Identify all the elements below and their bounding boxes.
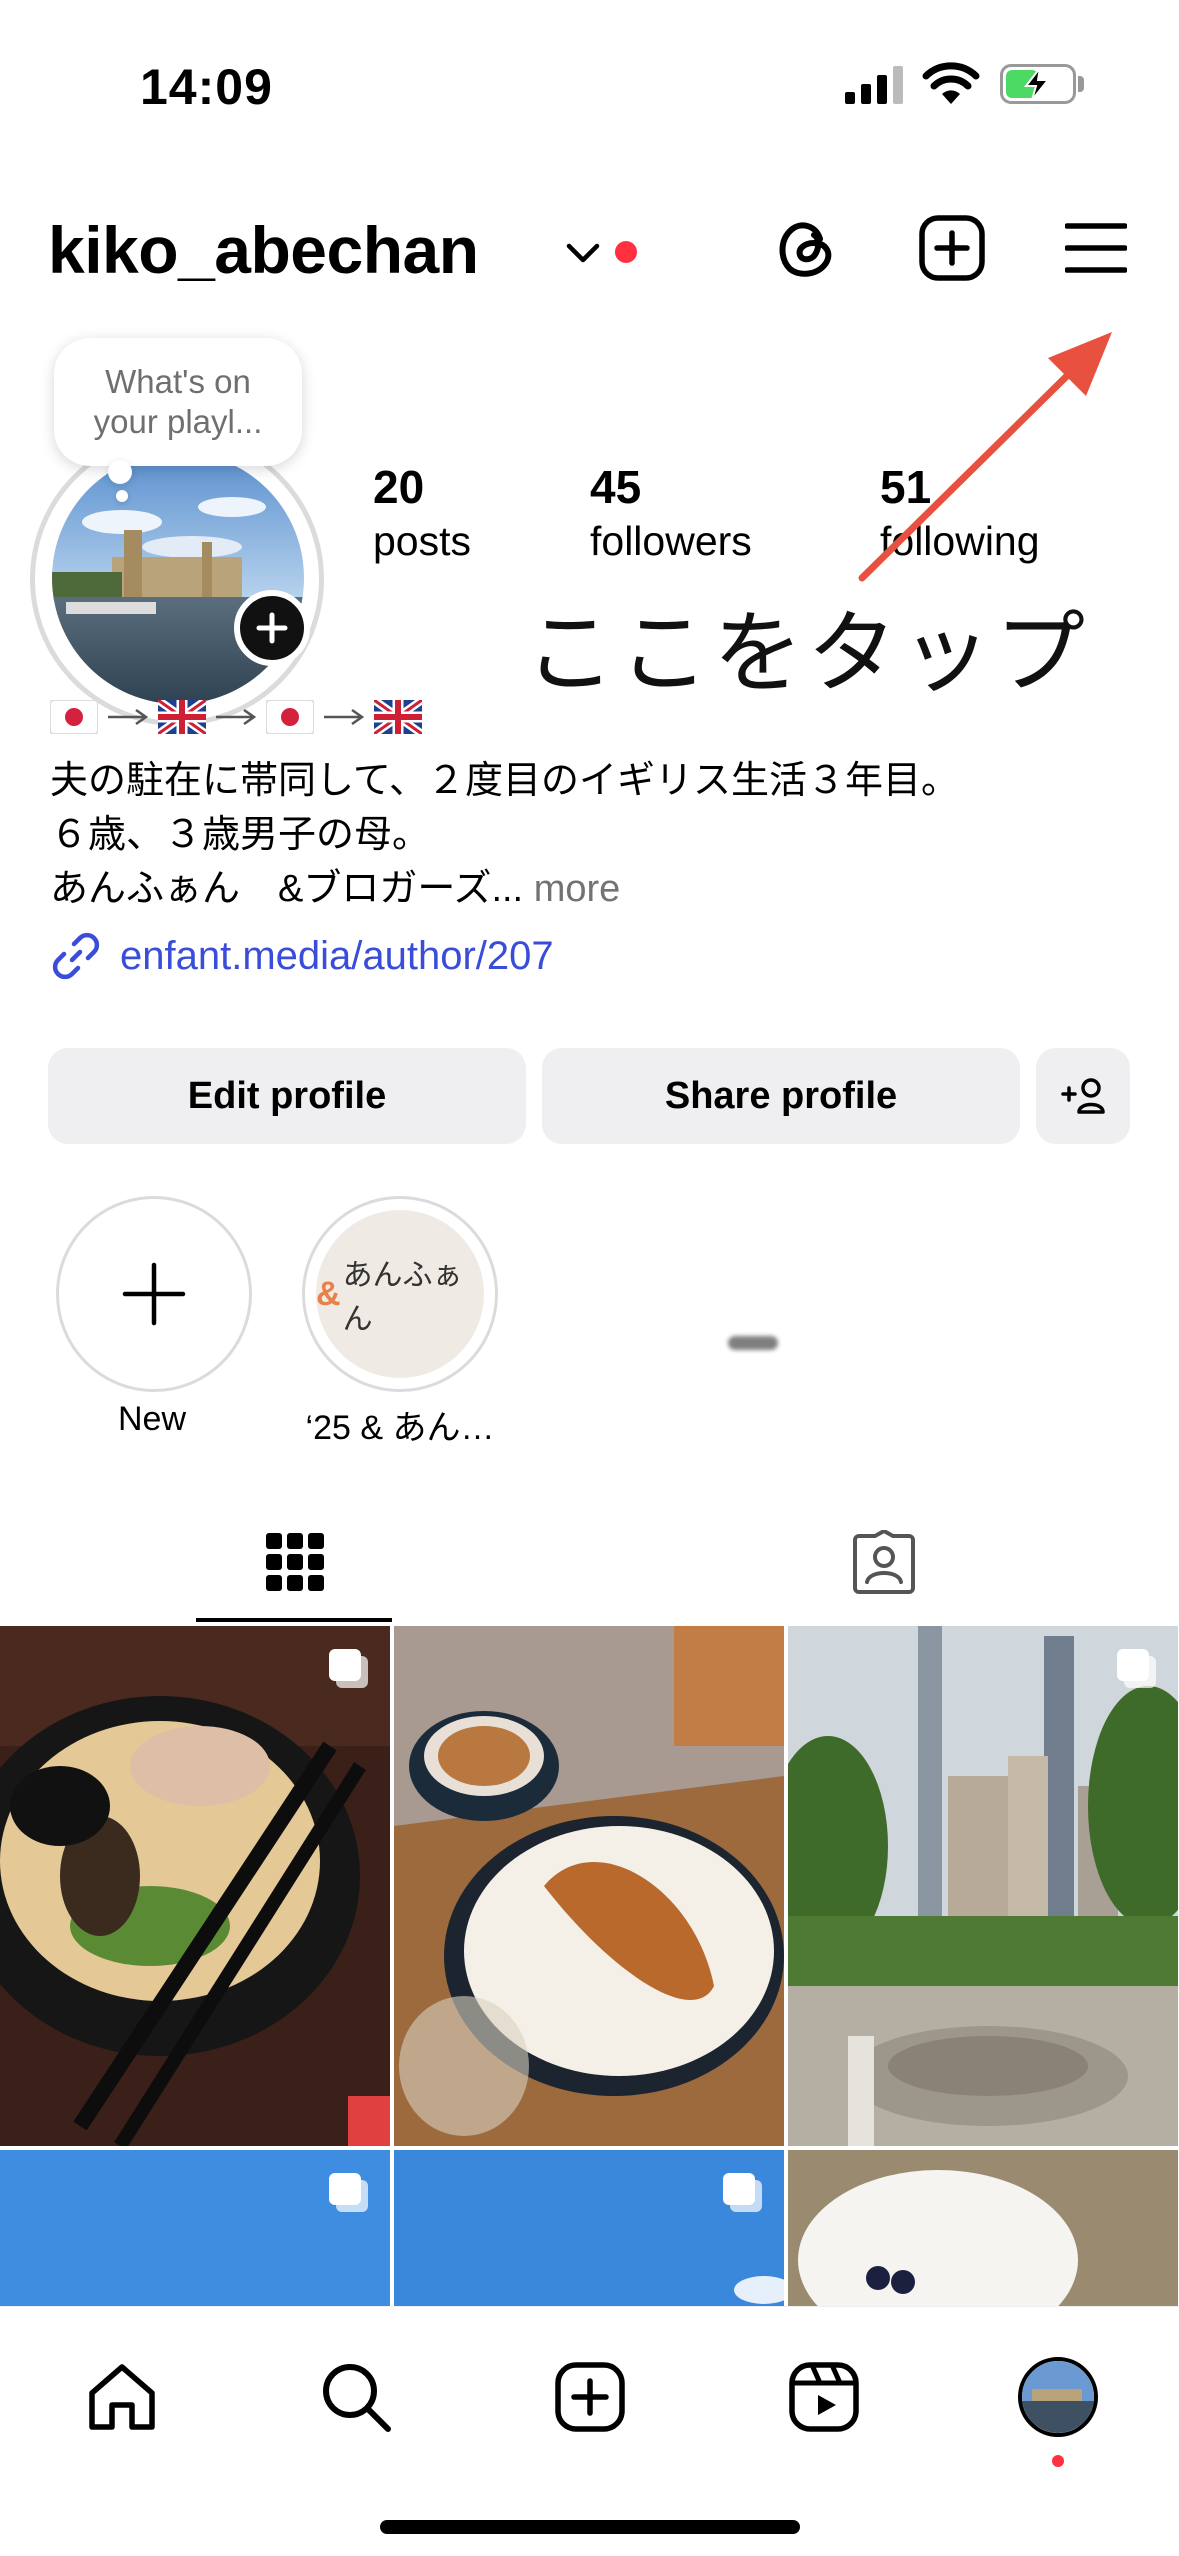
- new-highlight-button[interactable]: [56, 1196, 252, 1392]
- avatar-photo: [52, 452, 304, 704]
- profile-avatar-photo: [1022, 2361, 1094, 2433]
- wifi-icon: [922, 62, 980, 104]
- post-photo-park: [788, 1626, 1178, 2146]
- menu-button[interactable]: [1056, 208, 1136, 288]
- reels-icon: [789, 2362, 859, 2432]
- edit-profile-button[interactable]: Edit profile: [48, 1048, 526, 1144]
- highlight-cover-text: あんふぁん: [342, 1259, 463, 1336]
- post-thumbnail[interactable]: [0, 2150, 390, 2316]
- highlight-cover-mark: &: [316, 1274, 341, 1313]
- nav-create[interactable]: [540, 2347, 640, 2447]
- highlight-item[interactable]: & あんふぁん: [302, 1196, 498, 1392]
- tagged-icon: [853, 1530, 915, 1594]
- threads-button[interactable]: [766, 208, 846, 288]
- active-tab-indicator: [196, 1618, 392, 1622]
- annotation-text: ここをタップ: [525, 601, 1089, 706]
- bottom-nav: [0, 2306, 1179, 2556]
- avatar[interactable]: [52, 452, 304, 704]
- following-label[interactable]: following: [880, 518, 1040, 565]
- note-bubble-tail-small: [116, 490, 128, 502]
- redaction-mark: [728, 1336, 778, 1350]
- japan-flag-icon: [50, 700, 98, 734]
- bio-more-link[interactable]: more: [534, 868, 621, 910]
- highlight-cover: & あんふぁん: [316, 1210, 484, 1378]
- username[interactable]: kiko_abechan: [48, 212, 479, 288]
- threads-icon: [779, 222, 832, 277]
- post-thumbnail[interactable]: [788, 1626, 1178, 2146]
- post-thumbnail[interactable]: [394, 1626, 784, 2146]
- chevron-down-icon[interactable]: [565, 238, 601, 268]
- create-button[interactable]: [912, 208, 992, 288]
- grid-icon: [266, 1533, 324, 1591]
- profile-avatar: [1018, 2357, 1098, 2437]
- note-bubble-tail: [108, 460, 132, 484]
- nav-profile[interactable]: [1008, 2347, 1108, 2447]
- posts-count[interactable]: 20: [373, 460, 424, 514]
- plus-icon: [256, 612, 288, 644]
- link-icon: [52, 932, 100, 980]
- post-photo-bowl: [788, 2150, 1178, 2316]
- charging-bolt-icon: [1023, 67, 1051, 101]
- account-notification-dot: [615, 241, 637, 263]
- home-indicator: [380, 2520, 800, 2534]
- home-icon: [89, 2364, 155, 2430]
- new-highlight-label: New: [117, 1400, 187, 1438]
- bio-line-3-text: あんふぁん &ブロガーズ...: [50, 868, 524, 910]
- nav-home[interactable]: [72, 2347, 172, 2447]
- tab-posts-grid[interactable]: [0, 1500, 590, 1624]
- search-icon: [323, 2364, 391, 2432]
- post-thumbnail[interactable]: [394, 2150, 784, 2316]
- create-plus-icon: [919, 215, 985, 281]
- post-thumbnail[interactable]: [0, 1626, 390, 2146]
- following-count[interactable]: 51: [880, 460, 931, 514]
- note-text-line1: What's on: [105, 363, 251, 400]
- nav-search[interactable]: [306, 2347, 406, 2447]
- create-icon: [555, 2362, 625, 2432]
- note-text-line2: your playl...: [93, 403, 263, 440]
- post-thumbnail[interactable]: [788, 2150, 1178, 2316]
- bio-link[interactable]: enfant.media/author/207: [50, 930, 554, 982]
- uk-flag-icon: [374, 700, 422, 734]
- posts-grid: [0, 1626, 1179, 2316]
- plus-icon: [122, 1262, 186, 1326]
- japan-flag-icon: [266, 700, 314, 734]
- post-photo-ramen: [0, 1626, 390, 2146]
- bio-line-3: あんふぁん &ブロガーズ... more: [50, 866, 620, 912]
- nav-reels[interactable]: [774, 2347, 874, 2447]
- followers-label[interactable]: followers: [590, 518, 752, 565]
- signal-icon: [845, 66, 903, 104]
- post-photo-coffee: [394, 1626, 784, 2146]
- carousel-icon: [723, 2173, 762, 2212]
- discover-people-button[interactable]: [1036, 1048, 1130, 1144]
- bio-flags: [50, 700, 422, 734]
- menu-icon: [1065, 223, 1127, 273]
- bio-line-1: 夫の駐在に帯同して、２度目のイギリス生活３年目。: [50, 760, 959, 802]
- add-person-icon: [1061, 1078, 1105, 1114]
- posts-label[interactable]: posts: [373, 518, 471, 565]
- note-bubble[interactable]: What's on your playl...: [54, 338, 302, 466]
- arrow-right-icon: [108, 708, 149, 726]
- arrow-right-icon: [216, 708, 257, 726]
- followers-count[interactable]: 45: [590, 460, 641, 514]
- add-story-button[interactable]: [234, 590, 310, 666]
- tab-tagged[interactable]: [589, 1500, 1179, 1624]
- status-time: 14:09: [140, 59, 273, 115]
- bio-line-2: ６歳、３歳男子の母。: [50, 814, 431, 856]
- share-profile-button[interactable]: Share profile: [542, 1048, 1020, 1144]
- highlight-label: ‘25 & あん…: [305, 1409, 495, 1447]
- battery-cap: [1078, 76, 1084, 92]
- carousel-icon: [329, 1649, 368, 1688]
- uk-flag-icon: [158, 700, 206, 734]
- bio-link-text[interactable]: enfant.media/author/207: [120, 934, 554, 979]
- carousel-icon: [329, 2173, 368, 2212]
- arrow-right-icon: [324, 708, 365, 726]
- profile-notification-dot: [1052, 2455, 1064, 2467]
- carousel-icon: [1117, 1649, 1156, 1688]
